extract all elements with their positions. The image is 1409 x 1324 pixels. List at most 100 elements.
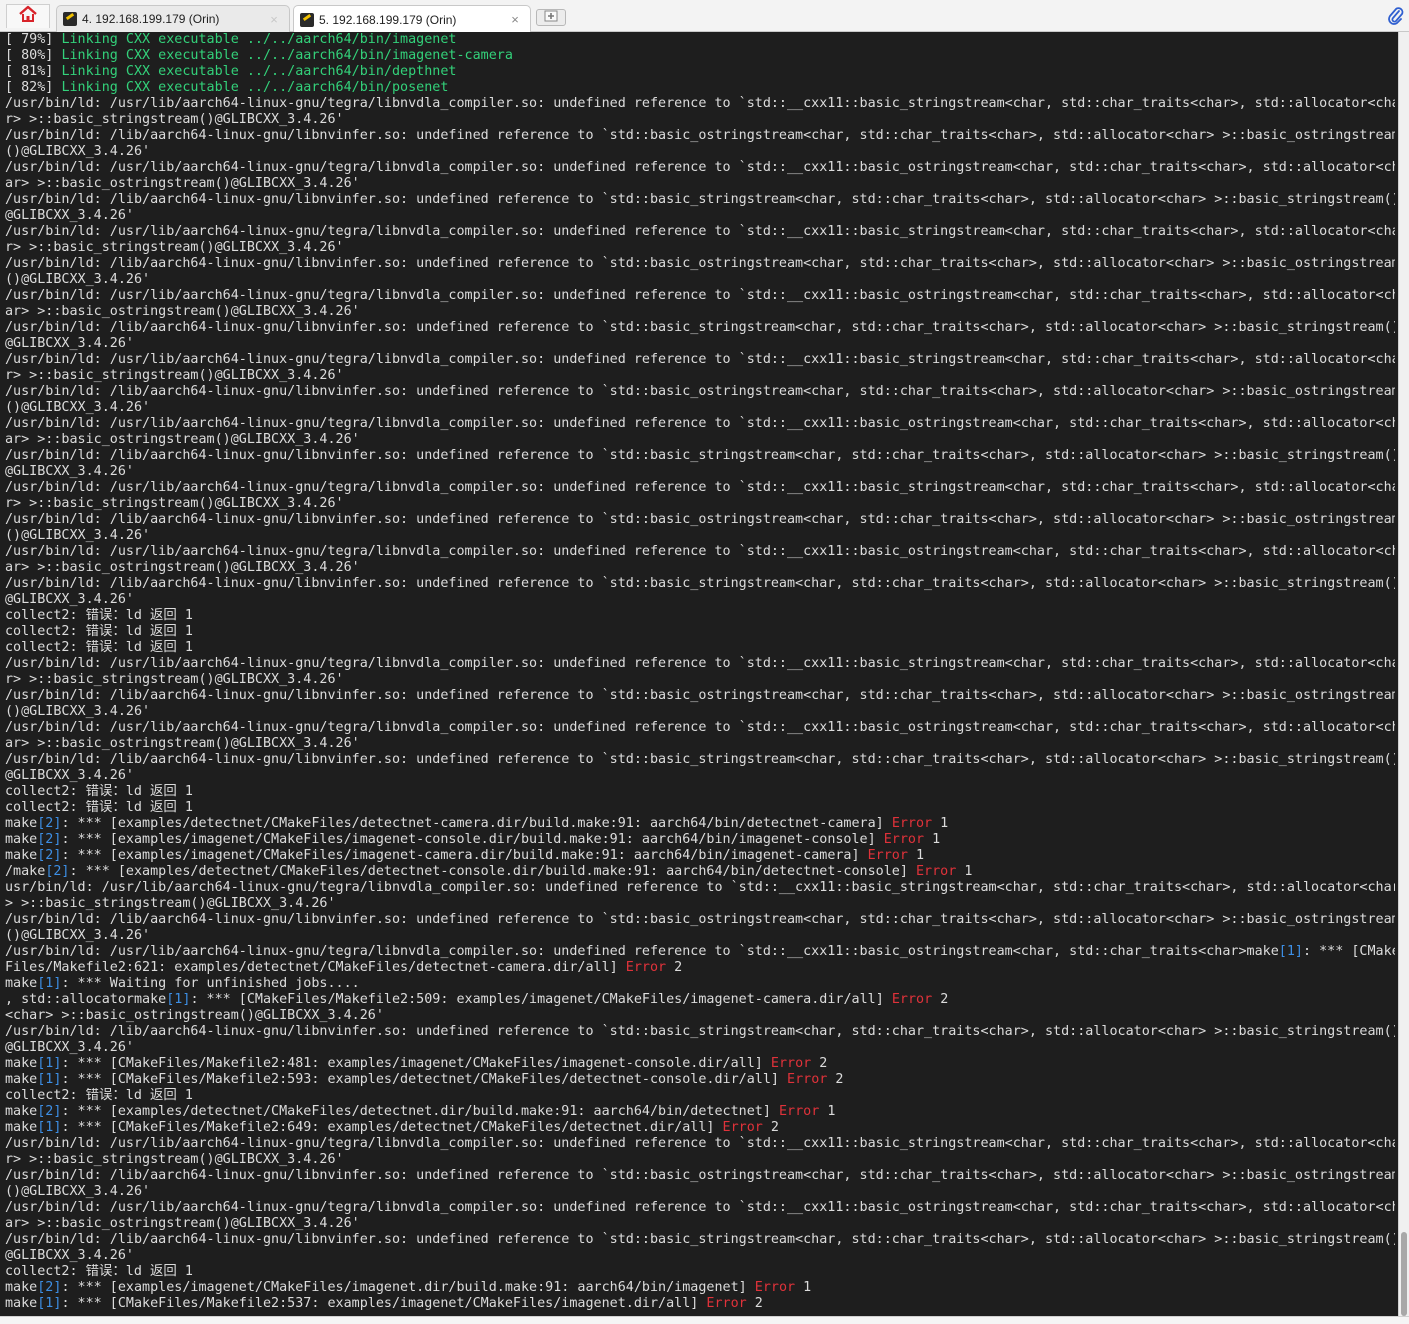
terminal-text: ar> >::basic_ostringstream()@GLIBCXX_3.4… bbox=[5, 176, 360, 191]
terminal-line: /usr/bin/ld: /lib/aarch64-linux-gnu/libn… bbox=[5, 1168, 1395, 1184]
vertical-scrollbar[interactable] bbox=[1398, 32, 1409, 1316]
terminal-text: : *** [examples/detectnet/CMakeFiles/det… bbox=[69, 864, 916, 879]
terminal-text: 2 bbox=[666, 960, 683, 975]
terminal-text: 1 bbox=[924, 832, 941, 847]
terminal-text: [2] bbox=[37, 832, 62, 847]
terminal-line: r> >::basic_stringstream()@GLIBCXX_3.4.2… bbox=[5, 1152, 1395, 1168]
terminal-text: r> >::basic_stringstream()@GLIBCXX_3.4.2… bbox=[5, 496, 344, 511]
terminal-text: ar> >::basic_ostringstream()@GLIBCXX_3.4… bbox=[5, 560, 360, 575]
terminal-line: /usr/bin/ld: /lib/aarch64-linux-gnu/libn… bbox=[5, 192, 1395, 208]
terminal-text: collect2: 错误：ld 返回 1 bbox=[5, 784, 193, 799]
terminal-line: @GLIBCXX_3.4.26' bbox=[5, 1040, 1395, 1056]
terminal-line: make[2]: *** [examples/imagenet/CMakeFil… bbox=[5, 1280, 1395, 1296]
terminal-line: ()@GLIBCXX_3.4.26' bbox=[5, 704, 1395, 720]
terminal-line: make[1]: *** [CMakeFiles/Makefile2:649: … bbox=[5, 1120, 1395, 1136]
terminal-line: /usr/bin/ld: /usr/lib/aarch64-linux-gnu/… bbox=[5, 656, 1395, 672]
terminal-text: 1 bbox=[907, 848, 925, 863]
terminal-text: /make bbox=[5, 864, 46, 879]
terminal-line: ()@GLIBCXX_3.4.26' bbox=[5, 144, 1395, 160]
terminal-text: @GLIBCXX_3.4.26' bbox=[5, 1248, 134, 1263]
new-tab-button[interactable] bbox=[536, 9, 566, 26]
terminal-text: 2 bbox=[746, 1296, 763, 1311]
tab-session-5[interactable]: 5. 192.168.199.179 (Orin) × bbox=[293, 5, 531, 33]
terminal-text: 1 bbox=[932, 816, 949, 831]
terminal-text: 1 bbox=[819, 1104, 836, 1119]
terminal-line: /usr/bin/ld: /lib/aarch64-linux-gnu/libn… bbox=[5, 912, 1395, 928]
terminal-text: /usr/bin/ld: /lib/aarch64-linux-gnu/libn… bbox=[5, 1024, 1395, 1039]
scrollbar-thumb[interactable] bbox=[1401, 1232, 1407, 1316]
terminal-text: Files/Makefile2:621: examples/detectnet/… bbox=[5, 960, 626, 975]
terminal-text: /usr/bin/ld: /lib/aarch64-linux-gnu/libn… bbox=[5, 384, 1395, 399]
terminal-text: @GLIBCXX_3.4.26' bbox=[5, 768, 134, 783]
terminal-line: /usr/bin/ld: /lib/aarch64-linux-gnu/libn… bbox=[5, 576, 1395, 592]
terminal-text: /usr/bin/ld: /lib/aarch64-linux-gnu/libn… bbox=[5, 912, 1395, 927]
terminal-line: /usr/bin/ld: /lib/aarch64-linux-gnu/libn… bbox=[5, 128, 1395, 144]
terminal-line: @GLIBCXX_3.4.26' bbox=[5, 1248, 1395, 1264]
terminal-text: Error bbox=[883, 832, 925, 847]
home-button[interactable] bbox=[6, 4, 50, 28]
close-icon[interactable]: × bbox=[506, 12, 524, 27]
terminal-text: ()@GLIBCXX_3.4.26' bbox=[5, 928, 151, 943]
terminal-text: /usr/bin/ld: /usr/lib/aarch64-linux-gnu/… bbox=[5, 944, 1279, 959]
terminal-text: ()@GLIBCXX_3.4.26' bbox=[5, 272, 151, 287]
terminal-line: /make[2]: *** [examples/detectnet/CMakeF… bbox=[5, 864, 1395, 880]
terminal-line: collect2: 错误：ld 返回 1 bbox=[5, 608, 1395, 624]
terminal-line: /usr/bin/ld: /usr/lib/aarch64-linux-gnu/… bbox=[5, 224, 1395, 240]
terminal-text: r> >::basic_stringstream()@GLIBCXX_3.4.2… bbox=[5, 240, 344, 255]
terminal-text: /usr/bin/ld: /lib/aarch64-linux-gnu/libn… bbox=[5, 576, 1395, 591]
terminal-text: collect2: 错误：ld 返回 1 bbox=[5, 1264, 193, 1279]
terminal-text: [1] bbox=[37, 976, 62, 991]
terminal-text: usr/bin/ld: /usr/lib/aarch64-linux-gnu/t… bbox=[5, 880, 1395, 895]
terminal-text: 1 bbox=[956, 864, 973, 879]
terminal-text: ar> >::basic_ostringstream()@GLIBCXX_3.4… bbox=[5, 304, 360, 319]
terminal-line: collect2: 错误：ld 返回 1 bbox=[5, 640, 1395, 656]
terminal-line: /usr/bin/ld: /usr/lib/aarch64-linux-gnu/… bbox=[5, 1200, 1395, 1216]
terminal-text: /usr/bin/ld: /usr/lib/aarch64-linux-gnu/… bbox=[5, 656, 1395, 671]
terminal-text: Error bbox=[706, 1296, 747, 1311]
terminal-line: make[1]: *** Waiting for unfinished jobs… bbox=[5, 976, 1395, 992]
terminal-text: /usr/bin/ld: /usr/lib/aarch64-linux-gnu/… bbox=[5, 544, 1395, 559]
terminal-text: [1] bbox=[37, 1056, 62, 1071]
terminal-icon bbox=[63, 12, 77, 26]
terminal-text: /usr/bin/ld: /usr/lib/aarch64-linux-gnu/… bbox=[5, 1136, 1395, 1151]
terminal-text: /usr/bin/ld: /usr/lib/aarch64-linux-gnu/… bbox=[5, 480, 1395, 495]
terminal-text: Linking CXX executable ../../aarch64/bin… bbox=[61, 48, 513, 63]
terminal-text: <char> >::basic_ostringstream()@GLIBCXX_… bbox=[5, 1008, 384, 1023]
close-icon[interactable]: × bbox=[265, 12, 283, 27]
terminal-line: /usr/bin/ld: /lib/aarch64-linux-gnu/libn… bbox=[5, 1232, 1395, 1248]
terminal-line: make[1]: *** [CMakeFiles/Makefile2:537: … bbox=[5, 1296, 1395, 1312]
terminal-line: @GLIBCXX_3.4.26' bbox=[5, 464, 1395, 480]
terminal-line: /usr/bin/ld: /lib/aarch64-linux-gnu/libn… bbox=[5, 752, 1395, 768]
terminal-text: make bbox=[5, 1120, 38, 1135]
terminal-text: /usr/bin/ld: /usr/lib/aarch64-linux-gnu/… bbox=[5, 224, 1395, 239]
terminal-text: @GLIBCXX_3.4.26' bbox=[5, 464, 134, 479]
terminal-text: make bbox=[5, 976, 38, 991]
terminal-text: 1 bbox=[795, 1280, 812, 1295]
terminal-line: make[2]: *** [examples/imagenet/CMakeFil… bbox=[5, 848, 1395, 864]
home-icon bbox=[17, 5, 39, 28]
tab-session-4[interactable]: 4. 192.168.199.179 (Orin) × bbox=[56, 5, 290, 32]
status-bar bbox=[0, 1316, 1409, 1324]
terminal-text: ar> >::basic_ostringstream()@GLIBCXX_3.4… bbox=[5, 736, 360, 751]
terminal-text: [2] bbox=[37, 1280, 62, 1295]
terminal-text: make bbox=[5, 816, 38, 831]
paperclip-icon[interactable] bbox=[1387, 6, 1405, 26]
terminal-text: make bbox=[5, 832, 38, 847]
terminal-line: /usr/bin/ld: /usr/lib/aarch64-linux-gnu/… bbox=[5, 944, 1395, 960]
terminal-text: [ 79%] bbox=[5, 32, 62, 47]
terminal-line: ()@GLIBCXX_3.4.26' bbox=[5, 1184, 1395, 1200]
terminal-text: /usr/bin/ld: /lib/aarch64-linux-gnu/libn… bbox=[5, 448, 1395, 463]
terminal-line: make[2]: *** [examples/detectnet/CMakeFi… bbox=[5, 1104, 1395, 1120]
terminal-line: /usr/bin/ld: /lib/aarch64-linux-gnu/libn… bbox=[5, 256, 1395, 272]
terminal-text: Error bbox=[770, 1056, 812, 1071]
terminal-text: [1] bbox=[166, 992, 191, 1007]
terminal-line: r> >::basic_stringstream()@GLIBCXX_3.4.2… bbox=[5, 240, 1395, 256]
terminal-text: collect2: 错误：ld 返回 1 bbox=[5, 800, 193, 815]
terminal-output[interactable]: [ 79%] Linking CXX executable ../../aarc… bbox=[0, 32, 1398, 1316]
terminal-text: collect2: 错误：ld 返回 1 bbox=[5, 608, 193, 623]
terminal-text: [2] bbox=[37, 816, 62, 831]
terminal-text: /usr/bin/ld: /lib/aarch64-linux-gnu/libn… bbox=[5, 1168, 1395, 1183]
terminal-text: : *** [CMakeFiles/Makefile2:593: example… bbox=[61, 1072, 788, 1087]
terminal-line: r> >::basic_stringstream()@GLIBCXX_3.4.2… bbox=[5, 496, 1395, 512]
tab-label: 4. 192.168.199.179 (Orin) bbox=[82, 12, 220, 26]
